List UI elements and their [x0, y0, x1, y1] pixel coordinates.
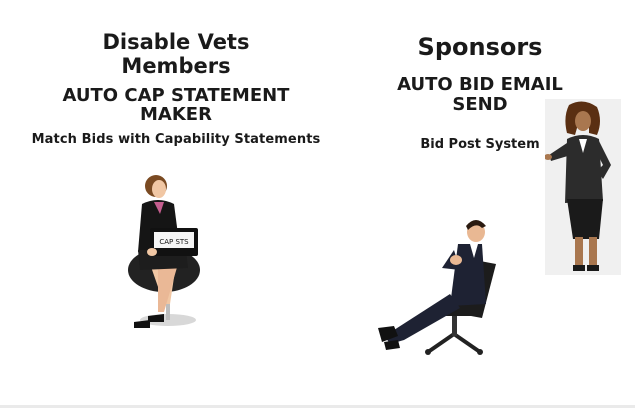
- leg-2: [589, 237, 597, 267]
- leg-1: [575, 237, 583, 267]
- right-title: Sponsors: [417, 33, 543, 61]
- chair-legs: [426, 331, 482, 354]
- shoe-1: [573, 265, 585, 271]
- chair-wheel-1: [425, 349, 431, 355]
- seated-businesswoman-image: CAP STS: [128, 175, 200, 328]
- laptop-label: CAP STS: [159, 238, 189, 246]
- hand: [147, 248, 157, 256]
- shoe-1: [134, 320, 150, 328]
- hands: [450, 255, 462, 265]
- chair-wheel-2: [477, 349, 483, 355]
- shoe-2: [148, 314, 164, 322]
- left-title-line-2: Members: [121, 54, 231, 78]
- shoe-2: [587, 265, 599, 271]
- torso: [450, 244, 486, 306]
- left-subtitle-line-2: MAKER: [140, 104, 212, 125]
- face: [575, 111, 591, 131]
- reclining-businessman-image: [378, 220, 496, 355]
- left-text-block: Disable Vets Members AUTO CAP STATEMENT …: [0, 30, 352, 147]
- left-subtitle: AUTO CAP STATEMENT MAKER: [0, 86, 352, 124]
- shoe-2: [384, 340, 400, 350]
- left-subtitle-line-1: AUTO CAP STATEMENT: [62, 85, 290, 106]
- right-subtitle-line-1: AUTO BID EMAIL: [397, 74, 563, 95]
- left-title-line-1: Disable Vets: [102, 30, 250, 54]
- left-tagline: Match Bids with Capability Statements: [31, 132, 321, 147]
- skirt: [567, 199, 603, 239]
- left-title: Disable Vets Members: [0, 30, 352, 78]
- standing-businesswoman-image: [545, 99, 621, 275]
- face: [152, 180, 166, 198]
